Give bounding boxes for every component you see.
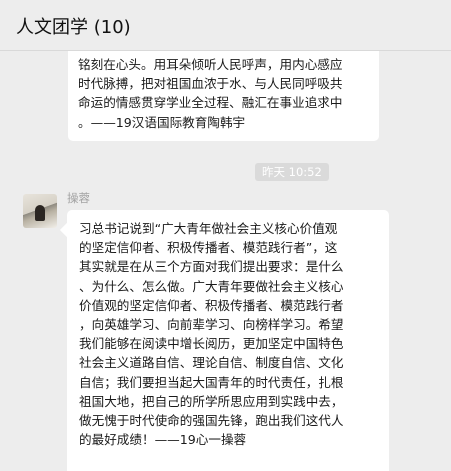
message-bubble[interactable]: 铭刻在心头。用耳朵倾听人民呼声，用内心感应 时代脉搏，把对祖国血浓于水、与人民同… <box>68 51 379 141</box>
message-list[interactable]: 铭刻在心头。用耳朵倾听人民呼声，用内心感应 时代脉搏，把对祖国血浓于水、与人民同… <box>0 51 451 471</box>
avatar-figure-icon <box>35 205 45 221</box>
sender-name: 操蓉 <box>67 191 90 205</box>
chat-header: 人文团学 (10) <box>0 0 451 51</box>
message-bubble[interactable]: 习总书记说到“广大青年做社会主义核心价值观 的坚定信仰者、积极传播者、模范践行者… <box>67 210 389 471</box>
chat-title[interactable]: 人文团学 (10) <box>16 13 131 39</box>
avatar[interactable] <box>23 194 57 228</box>
timestamp-badge: 昨天 10:52 <box>255 163 329 181</box>
